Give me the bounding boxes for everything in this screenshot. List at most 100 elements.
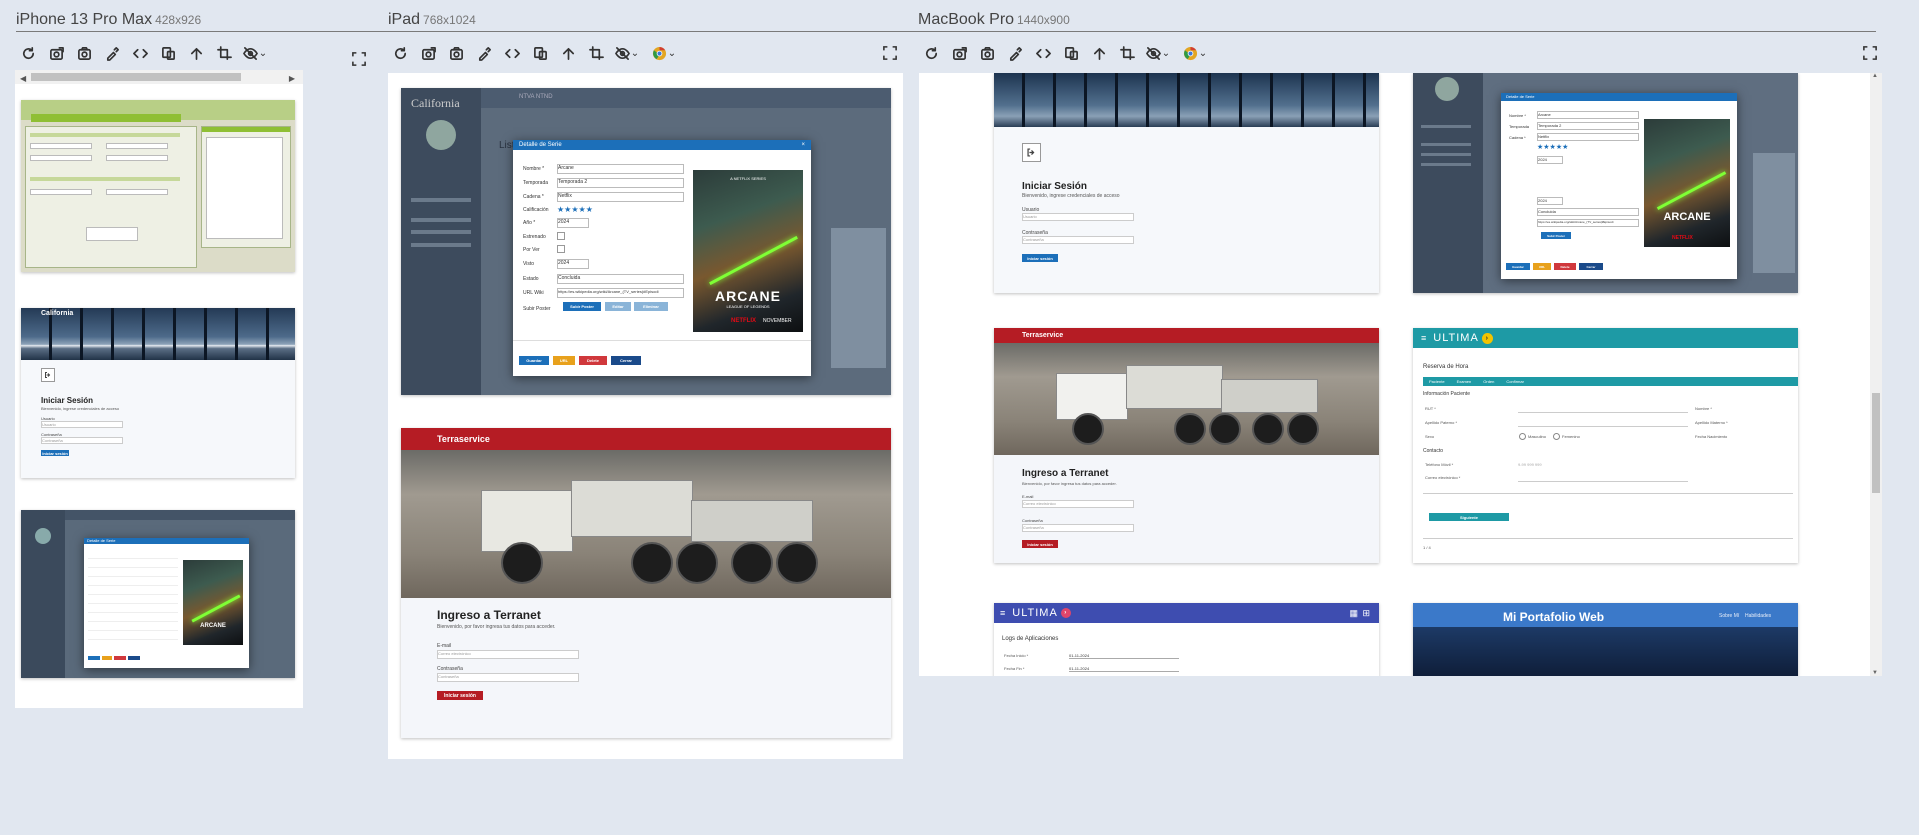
crop-icon[interactable]: [582, 44, 610, 62]
thumb-mac-ultima-reserva[interactable]: ≡ ULTIMA › Reserva de Hora Paciente Exam…: [1413, 328, 1798, 563]
code-icon[interactable]: [1029, 44, 1057, 62]
email-input[interactable]: Correo electrónico: [437, 650, 579, 659]
thumb-mac-portfolio[interactable]: Mi Portafolio Web Sobre Mí Habilidades: [1413, 603, 1798, 676]
refresh-icon[interactable]: [917, 44, 945, 62]
menu-icon[interactable]: ≡: [1421, 333, 1427, 343]
save-button[interactable]: Guardar: [519, 356, 549, 365]
expand-icon[interactable]: [352, 52, 368, 68]
radio-femenino[interactable]: [1553, 433, 1561, 440]
eyedropper-icon[interactable]: [98, 44, 126, 62]
tab-confirmar[interactable]: Confirmar: [1500, 377, 1530, 386]
pass-input[interactable]: Contraseña: [1022, 236, 1134, 244]
scroll-left-icon[interactable]: ◀: [20, 74, 26, 83]
close-button[interactable]: Cerrar: [1579, 263, 1603, 270]
refresh-icon[interactable]: [386, 44, 414, 62]
user-input[interactable]: Usuario: [41, 421, 123, 428]
crop-icon[interactable]: [210, 44, 238, 62]
copy-icon[interactable]: [1057, 44, 1085, 62]
camera-icon[interactable]: [70, 44, 98, 62]
code-icon[interactable]: [498, 44, 526, 62]
eye-off-icon[interactable]: ⌄: [238, 44, 272, 62]
arrow-up-icon[interactable]: [182, 44, 210, 62]
upload-poster-button[interactable]: Subir Poster: [563, 302, 601, 311]
url-wiki-input[interactable]: https://es.wikipedia.org/wiki/Arcane_(TV…: [557, 288, 684, 298]
menu-icon[interactable]: ≡: [1000, 608, 1006, 618]
nombre-input[interactable]: Arcane: [557, 164, 684, 174]
telefono-input[interactable]: 9-99 999 999: [1518, 462, 1542, 467]
cadena-input[interactable]: Netflix: [1537, 133, 1639, 141]
terra-login-button[interactable]: Iniciar sesión: [1022, 540, 1058, 548]
fecha-inicio-input[interactable]: 01-11-2024: [1069, 653, 1179, 659]
login-button[interactable]: Iniciar sesión: [41, 450, 69, 456]
scroll-up-icon[interactable]: ▲: [1872, 73, 1878, 79]
scroll-right-icon[interactable]: ▶: [289, 74, 295, 83]
thumb-mac-california-login[interactable]: Iniciar Sesión Bienvenido, ingrese crede…: [994, 73, 1379, 293]
chrome-icon[interactable]: ⌄: [644, 44, 684, 62]
thumb-california-login[interactable]: California Iniciar Sesión Bienvenido, in…: [21, 308, 295, 478]
nombre-input[interactable]: Arcane: [1537, 111, 1639, 119]
thumb-california-modal[interactable]: Detalle de Serie ARCANE: [21, 510, 295, 678]
estado-select[interactable]: Concluida: [557, 274, 684, 284]
delete-button[interactable]: Delete: [579, 356, 607, 365]
scrollbar-thumb[interactable]: [31, 73, 241, 81]
eye-off-icon[interactable]: ⌄: [610, 44, 644, 62]
screenshot-icon[interactable]: [945, 44, 973, 62]
screenshot-icon[interactable]: [414, 44, 442, 62]
rating-stars[interactable]: ★★★★★: [557, 205, 593, 214]
rut-input[interactable]: [1518, 412, 1688, 413]
copy-icon[interactable]: [526, 44, 554, 62]
nav-sobre-mi[interactable]: Sobre Mí: [1719, 613, 1739, 619]
url-button[interactable]: URL: [1533, 263, 1551, 270]
eyedropper-icon[interactable]: [470, 44, 498, 62]
tab-paciente[interactable]: Paciente: [1423, 377, 1451, 386]
scroll-down-icon[interactable]: ▼: [1872, 670, 1878, 676]
temporada-select[interactable]: Temporada 2: [1537, 122, 1639, 130]
tab-examen[interactable]: Examen: [1451, 377, 1478, 386]
horizontal-scrollbar[interactable]: ◀ ▶: [15, 70, 303, 84]
pass-input[interactable]: Contraseña: [1022, 524, 1134, 532]
vertical-scrollbar[interactable]: ▲ ▼: [1870, 73, 1882, 676]
thumb-mac-terraservice[interactable]: Terraservice Ingreso a Terranet Bienveni…: [994, 328, 1379, 563]
radio-masculino[interactable]: [1519, 433, 1526, 440]
rating-stars[interactable]: ★★★★★: [1537, 143, 1568, 151]
delete-poster-button[interactable]: Eliminar: [634, 302, 668, 311]
fecha-fin-input[interactable]: 01-11-2024: [1069, 666, 1179, 672]
apellido-paterno-input[interactable]: [1518, 426, 1688, 427]
por-ver-checkbox[interactable]: [557, 245, 565, 253]
expand-icon[interactable]: [883, 46, 899, 62]
url-button[interactable]: URL: [553, 356, 575, 365]
scrollbar-thumb[interactable]: [1872, 393, 1880, 493]
estado-select[interactable]: Concluida: [1537, 208, 1639, 216]
cadena-input[interactable]: Netflix: [557, 192, 684, 202]
close-button[interactable]: Cerrar: [611, 356, 641, 365]
upload-poster-button[interactable]: Subir Poster: [1541, 232, 1571, 239]
code-icon[interactable]: [126, 44, 154, 62]
edit-poster-button[interactable]: Editar: [605, 302, 631, 311]
save-button[interactable]: Guardar: [1506, 263, 1530, 270]
login-button[interactable]: Iniciar sesión: [1022, 254, 1058, 262]
camera-icon[interactable]: [442, 44, 470, 62]
close-icon[interactable]: ×: [801, 140, 805, 150]
screenshot-icon[interactable]: [42, 44, 70, 62]
url-wiki-input[interactable]: https://es.wikipedia.org/wiki/Arcane_(TV…: [1537, 219, 1639, 227]
delete-button[interactable]: Delete: [1554, 263, 1576, 270]
window-controls-icon[interactable]: ▦ ⊞: [1349, 608, 1371, 619]
estrenado-checkbox[interactable]: [557, 232, 565, 240]
thumb-ipad-california-modal[interactable]: California NTVA NTND Listado de Series D…: [401, 88, 891, 395]
eye-off-icon[interactable]: ⌄: [1141, 44, 1175, 62]
refresh-icon[interactable]: [14, 44, 42, 62]
anio-input[interactable]: 2024: [1537, 156, 1563, 164]
visto-input[interactable]: 2024: [557, 259, 589, 269]
visto-input[interactable]: 2024: [1537, 197, 1563, 205]
sexo-radios[interactable]: Masculino Femenino: [1519, 433, 1580, 440]
siguiente-button[interactable]: Siguiente: [1429, 513, 1509, 521]
terra-login-button[interactable]: Iniciar sesión: [437, 691, 483, 700]
arrow-up-icon[interactable]: [1085, 44, 1113, 62]
eyedropper-icon[interactable]: [1001, 44, 1029, 62]
thumb-mac-ultima-logs[interactable]: ≡ ULTIMA › ▦ ⊞ Logs de Aplicaciones Fech…: [994, 603, 1379, 676]
user-input[interactable]: Usuario: [1022, 213, 1134, 221]
copy-icon[interactable]: [154, 44, 182, 62]
crop-icon[interactable]: [1113, 44, 1141, 62]
email-input[interactable]: Correo electrónico: [1022, 500, 1134, 508]
nav-habilidades[interactable]: Habilidades: [1745, 613, 1771, 619]
